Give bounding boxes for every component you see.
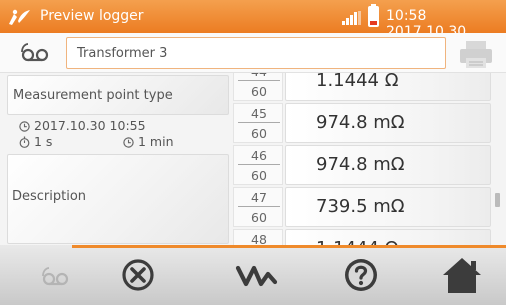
- close-icon[interactable]: [116, 255, 160, 295]
- status-bar: Preview logger 10:58 2017.10.30: [0, 0, 506, 40]
- clock-icon: [123, 137, 134, 148]
- record-index: 4860: [233, 229, 283, 245]
- measurement-value[interactable]: 1.1444 Ω: [285, 73, 491, 101]
- measurement-value[interactable]: 974.8 mΩ: [285, 145, 491, 185]
- measurement-list[interactable]: 4460 1.1444 Ω 4560 974.8 mΩ 4660 974.8 m…: [233, 73, 491, 245]
- record-index: 46 60: [233, 145, 283, 185]
- window-title: Preview logger: [40, 8, 144, 24]
- datetime-panel: 2017.10.30 10:55 1 s 1 min: [7, 117, 229, 155]
- measurement-point-type-label: Measurement point type: [13, 88, 173, 103]
- home-icon[interactable]: [440, 255, 484, 295]
- print-icon[interactable]: [458, 40, 494, 68]
- toolbar-accent-line: [72, 245, 506, 248]
- description-button[interactable]: Description: [7, 154, 229, 244]
- object-icon[interactable]: [18, 42, 54, 64]
- record-period: 1 s: [34, 134, 53, 149]
- battery-icon: [368, 4, 379, 27]
- list-item[interactable]: 46 60 974.8 mΩ: [233, 143, 491, 185]
- graph-icon[interactable]: [234, 255, 278, 295]
- record-datetime: 2017.10.30 10:55: [34, 118, 146, 133]
- app-logo-icon: [9, 9, 30, 25]
- signal-icon: [342, 11, 361, 25]
- object-name-field[interactable]: Transformer 3: [66, 37, 446, 69]
- measurement-value[interactable]: 974.8 mΩ: [285, 103, 491, 143]
- list-item[interactable]: 4860 1.1444 Ω: [233, 227, 491, 245]
- object-row: Transformer 3: [0, 33, 506, 73]
- list-item[interactable]: 4460 1.1444 Ω: [233, 73, 491, 101]
- list-item[interactable]: 45 60 974.8 mΩ: [233, 101, 491, 143]
- clock-icon: [19, 121, 30, 132]
- record-index: 4460: [233, 73, 283, 101]
- record-index: 45 60: [233, 103, 283, 143]
- object-icon[interactable]: [33, 255, 77, 295]
- measurement-point-type-button[interactable]: Measurement point type: [7, 75, 229, 115]
- list-item[interactable]: 47 60 739.5 mΩ: [233, 185, 491, 227]
- description-label: Description: [12, 189, 87, 204]
- bottom-toolbar: [0, 245, 506, 305]
- measurement-value[interactable]: 1.1444 Ω: [285, 229, 491, 245]
- record-interval: 1 min: [138, 134, 174, 149]
- measurement-value[interactable]: 739.5 mΩ: [285, 187, 491, 227]
- record-index: 47 60: [233, 187, 283, 227]
- scrollbar-thumb[interactable]: [495, 193, 500, 207]
- help-icon[interactable]: [339, 255, 383, 295]
- stopwatch-icon: [19, 136, 30, 148]
